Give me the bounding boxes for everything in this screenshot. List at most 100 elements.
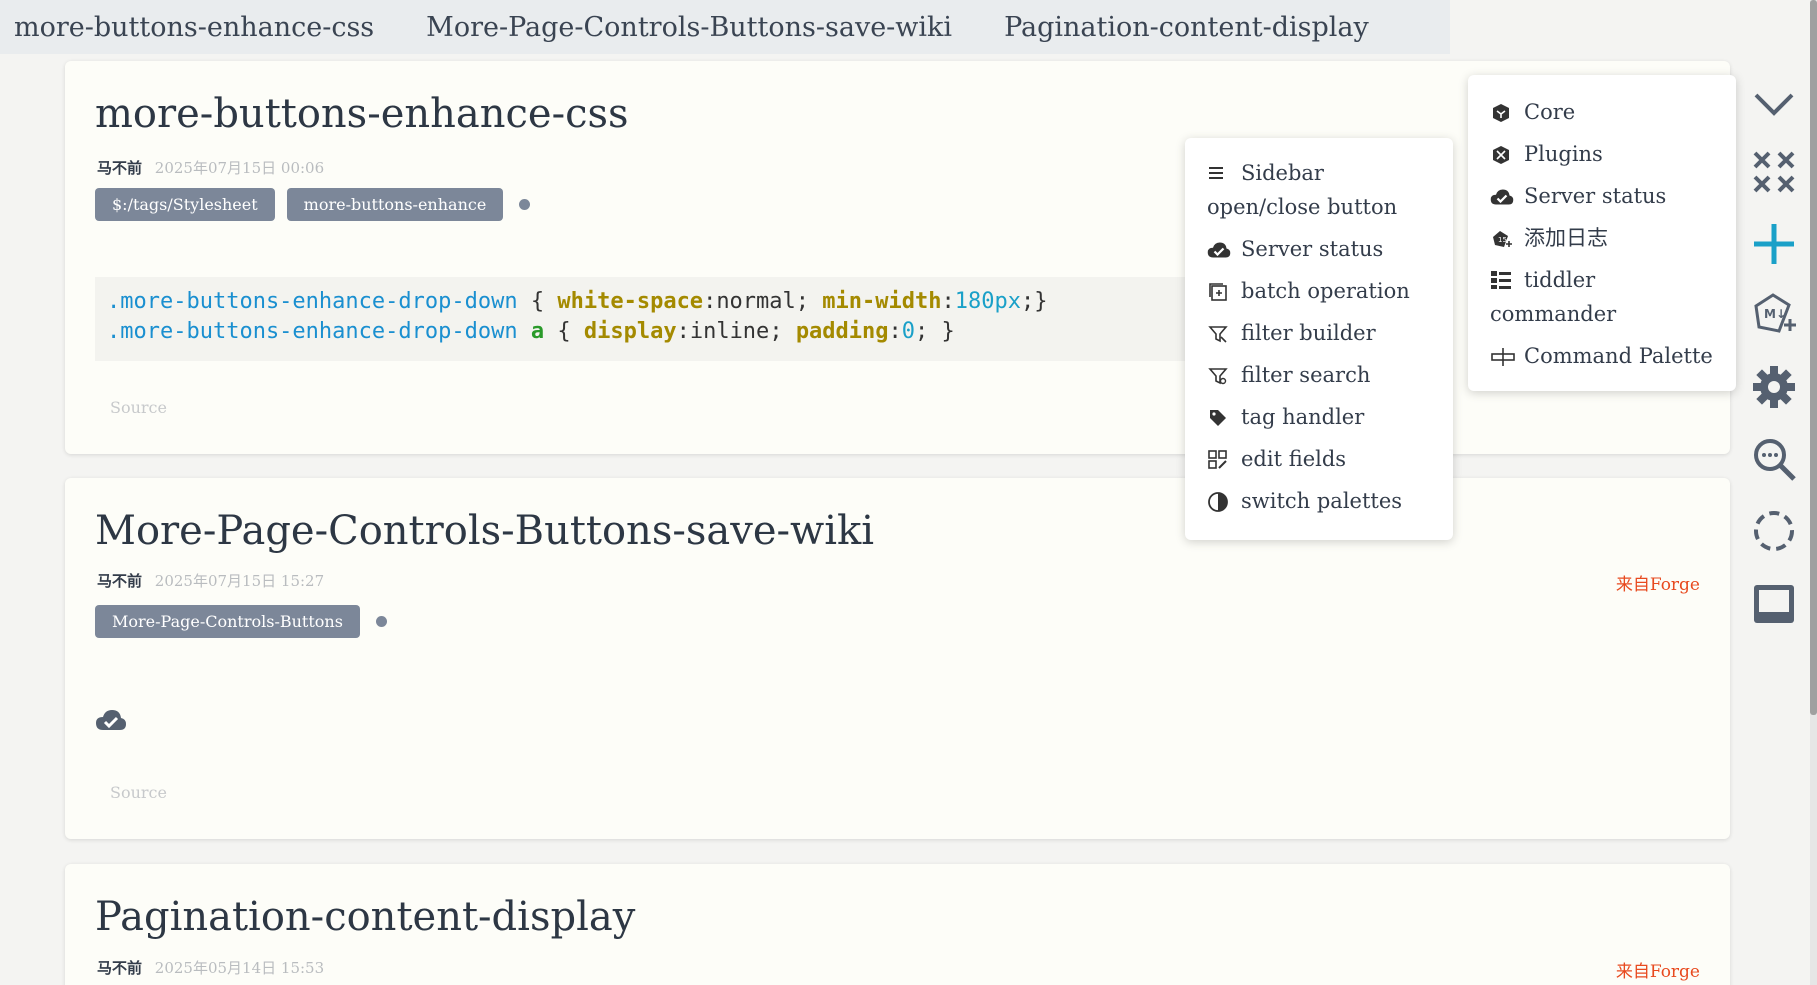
- code-brace: {: [517, 289, 558, 314]
- menu-item-label: 添加日志: [1524, 226, 1608, 250]
- menu-item-edit-fields[interactable]: edit fields: [1207, 442, 1431, 477]
- menu-item-label: Core: [1524, 100, 1576, 124]
- tiddler-author[interactable]: 马不前: [97, 159, 142, 177]
- filter-icon: [1207, 316, 1241, 351]
- loading-spinner-icon[interactable]: [1745, 502, 1803, 560]
- open-tabs-bar: more-buttons-enhance-css More-Page-Contr…: [0, 0, 1450, 54]
- tiddler-pagination-content-display: Pagination-content-display 马不前 2025年05月1…: [65, 864, 1730, 985]
- tiddler-author[interactable]: 马不前: [97, 959, 142, 977]
- code-selector: .more-buttons-enhance-drop-down: [107, 289, 518, 314]
- more-buttons-dropdown: Sidebar open/close button Server status …: [1185, 138, 1453, 540]
- menu-item-command-palette[interactable]: Command Palette: [1490, 339, 1714, 374]
- hamburger-icon: [1207, 156, 1241, 190]
- tiddler-author[interactable]: 马不前: [97, 572, 142, 590]
- tag-more-buttons-enhance[interactable]: more-buttons-enhance: [286, 188, 504, 221]
- source-link[interactable]: Source: [110, 783, 167, 802]
- menu-item-tiddler-commander[interactable]: tiddler commander: [1490, 263, 1714, 331]
- palette-icon: [1207, 484, 1241, 519]
- code-brace: {: [544, 319, 584, 344]
- code-close: ; }: [915, 319, 955, 344]
- commander-icon: [1490, 263, 1524, 297]
- scrollbar-thumb[interactable]: [1810, 0, 1817, 715]
- cloud-check-icon: [1207, 232, 1241, 267]
- new-tiddler-plus-icon[interactable]: [1745, 215, 1803, 273]
- tag-stylesheet[interactable]: $:/tags/Stylesheet: [95, 188, 275, 221]
- add-tag-dot[interactable]: [375, 616, 387, 627]
- menu-item-filter-search[interactable]: filter search: [1207, 358, 1431, 393]
- code-value: normal: [716, 289, 796, 314]
- code-property: min-width: [822, 289, 942, 314]
- menu-item-core[interactable]: Core: [1490, 95, 1714, 130]
- menu-item-label-line2: commander: [1490, 302, 1617, 326]
- cloud-check-icon[interactable]: [95, 708, 127, 736]
- code-colon: :: [888, 319, 902, 344]
- tiddler-date: 2025年05月14日 15:53: [154, 959, 325, 977]
- menu-item-label: batch operation: [1241, 279, 1410, 303]
- tab-more-buttons-enhance-css[interactable]: more-buttons-enhance-css: [14, 12, 374, 43]
- menu-item-label: Plugins: [1524, 142, 1603, 166]
- menu-item-label: switch palettes: [1241, 489, 1403, 513]
- gear-icon[interactable]: [1745, 358, 1803, 416]
- from-forge-label[interactable]: 来自Forge: [1616, 957, 1700, 982]
- cloud-check-icon: [1490, 179, 1524, 214]
- source-link[interactable]: Source: [110, 398, 167, 417]
- code-property: white-space: [557, 289, 704, 314]
- code-value: inline: [689, 319, 770, 344]
- search-icon[interactable]: [1745, 430, 1803, 488]
- menu-item-tag-handler[interactable]: tag handler: [1207, 400, 1431, 435]
- journal-icon: 15: [1490, 221, 1524, 256]
- tiddler-date: 2025年07月15日 15:27: [154, 572, 325, 590]
- storyview-window-icon[interactable]: [1745, 575, 1803, 633]
- menu-item-switch-palettes[interactable]: switch palettes: [1207, 484, 1431, 519]
- menu-item-server-status[interactable]: Server status: [1490, 179, 1714, 214]
- tiddler-meta: 马不前 2025年05月14日 15:53: [97, 957, 324, 978]
- code-separator: ;: [795, 289, 823, 314]
- menu-item-label: filter search: [1241, 363, 1371, 387]
- filter-search-icon: [1207, 358, 1241, 393]
- command-palette-icon: [1490, 339, 1524, 374]
- plugin-icon: [1490, 137, 1524, 172]
- code-separator: ;: [769, 319, 796, 344]
- menu-item-sidebar-toggle[interactable]: Sidebar open/close button: [1207, 156, 1431, 224]
- menu-item-label: filter builder: [1241, 321, 1376, 345]
- tiddler-more-page-controls-buttons-save-wiki: More-Page-Controls-Buttons-save-wiki 马不前…: [65, 478, 1730, 839]
- from-forge-label[interactable]: 来自Forge: [1616, 570, 1700, 595]
- code-value: 180px: [954, 289, 1021, 314]
- menu-item-label: edit fields: [1241, 447, 1347, 471]
- menu-item-batch-operation[interactable]: batch operation: [1207, 274, 1431, 309]
- code-keyword: a: [517, 319, 545, 344]
- more-page-controls-dropdown: Core Plugins Server status 15 添加日志 tiddl…: [1468, 75, 1736, 391]
- tag-icon: [1207, 400, 1241, 435]
- edit-fields-icon: [1207, 442, 1241, 477]
- tag-list: More-Page-Controls-Buttons: [95, 605, 387, 638]
- code-property: display: [583, 319, 677, 344]
- tab-pagination-content-display[interactable]: Pagination-content-display: [1004, 12, 1369, 43]
- tag-list: $:/tags/Stylesheet more-buttons-enhance: [95, 188, 531, 221]
- tiddler-meta: 马不前 2025年07月15日 00:06: [97, 157, 324, 178]
- add-tag-dot[interactable]: [519, 199, 531, 210]
- tab-more-page-controls-buttons-save-wiki[interactable]: More-Page-Controls-Buttons-save-wiki: [426, 12, 952, 43]
- css-code-block: .more-buttons-enhance-drop-down { white-…: [95, 277, 1200, 361]
- code-selector: .more-buttons-enhance-drop-down: [107, 319, 518, 344]
- chevron-down-icon[interactable]: [1745, 75, 1803, 133]
- menu-item-label: tag handler: [1241, 405, 1365, 429]
- tiddler-title: more-buttons-enhance-css: [95, 91, 629, 137]
- tag-more-page-controls-buttons[interactable]: More-Page-Controls-Buttons: [95, 605, 360, 638]
- menu-item-add-journal[interactable]: 15 添加日志: [1490, 221, 1714, 256]
- svg-text:M↓: M↓: [1764, 307, 1786, 321]
- menu-item-label: Server status: [1241, 237, 1384, 261]
- menu-item-label: Sidebar: [1241, 161, 1324, 185]
- menu-item-filter-builder[interactable]: filter builder: [1207, 316, 1431, 351]
- code-property: padding: [795, 319, 889, 344]
- core-icon: [1490, 95, 1524, 130]
- new-markdown-icon[interactable]: M↓: [1745, 285, 1803, 343]
- svg-text:15: 15: [1498, 236, 1507, 244]
- close-all-icon[interactable]: [1745, 143, 1803, 201]
- code-colon: :: [941, 289, 955, 314]
- tiddler-meta: 马不前 2025年07月15日 15:27: [97, 570, 324, 591]
- menu-item-server-status[interactable]: Server status: [1207, 232, 1431, 267]
- tiddler-title: Pagination-content-display: [95, 894, 636, 940]
- menu-item-plugins[interactable]: Plugins: [1490, 137, 1714, 172]
- menu-item-label: Command Palette: [1524, 344, 1713, 368]
- menu-item-label: tiddler: [1524, 268, 1596, 292]
